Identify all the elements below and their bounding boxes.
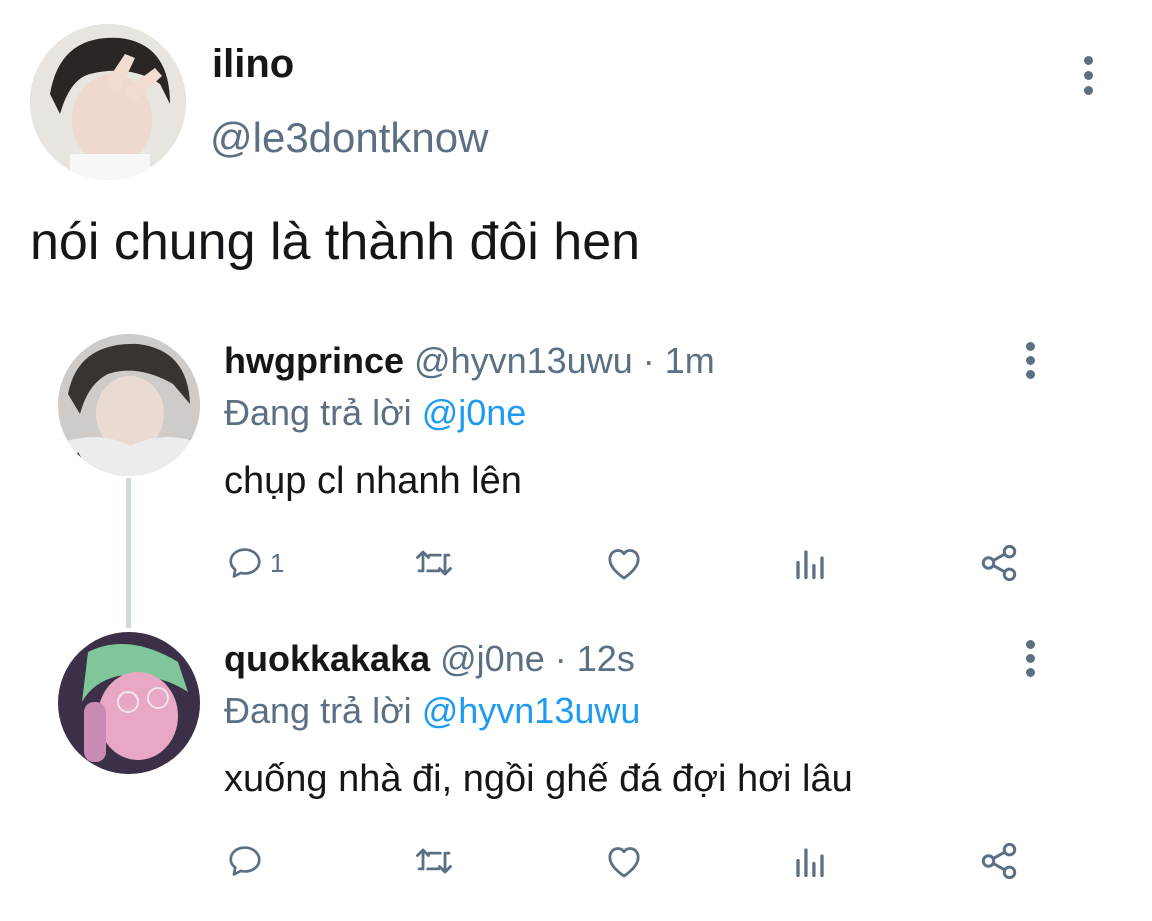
reply-text: xuống nhà đi, ngồi ghế đá đợi hơi lâu [224, 758, 853, 800]
replying-to-line: Đang trả lời @j0ne [224, 392, 526, 434]
author-avatar-image [30, 24, 186, 180]
view-stats-button[interactable] [792, 844, 828, 880]
replying-label: Đang trả lời [224, 690, 412, 731]
view-stats-button[interactable] [792, 546, 828, 582]
share-button[interactable] [978, 840, 1020, 882]
bar-chart-icon [796, 550, 824, 580]
share-button[interactable] [978, 542, 1020, 584]
like-button[interactable] [604, 842, 644, 880]
reply-avatar-image [58, 632, 200, 774]
reply-display-name[interactable]: hwgprince [224, 340, 404, 381]
author-avatar[interactable] [30, 24, 186, 180]
reply-handle[interactable]: @hyvn13uwu [414, 340, 633, 381]
retweet-button[interactable] [412, 544, 456, 582]
reply-header: hwgprince @hyvn13uwu · 1m [224, 340, 715, 382]
replying-to-mention[interactable]: @j0ne [422, 392, 527, 433]
replying-to-mention[interactable]: @hyvn13uwu [422, 690, 641, 731]
author-display-name[interactable]: ilino [212, 42, 294, 87]
more-options-button[interactable] [1074, 52, 1104, 102]
reply-icon [229, 846, 261, 876]
reply-header: quokkakaka @j0ne · 12s [224, 638, 635, 680]
reply-handle[interactable]: @j0ne [440, 638, 545, 679]
reply-avatar[interactable] [58, 334, 200, 476]
share-icon [981, 842, 1017, 880]
reply-icon [229, 548, 261, 578]
reply-count: 1 [270, 547, 285, 578]
retweet-button[interactable] [412, 842, 456, 880]
reply-avatar[interactable] [58, 632, 200, 774]
heart-icon [608, 847, 640, 878]
bar-chart-icon [796, 848, 824, 878]
thread-connector-line [126, 478, 131, 628]
replying-label: Đang trả lời [224, 392, 412, 433]
separator-dot: · [554, 638, 567, 679]
retweet-icon [416, 848, 452, 874]
reply-button[interactable]: 1 [226, 544, 284, 582]
tweet-text: nói chung là thành đôi hen [30, 213, 641, 271]
retweet-icon [416, 550, 452, 576]
reply-more-options-button[interactable] [1016, 338, 1046, 388]
author-handle[interactable]: @le3dontknow [210, 114, 488, 162]
reply-avatar-image [58, 334, 200, 476]
reply-display-name[interactable]: quokkakaka [224, 638, 430, 679]
reply-text: chụp cl nhanh lên [224, 460, 522, 502]
heart-icon [608, 549, 640, 580]
replying-to-line: Đang trả lời @hyvn13uwu [224, 690, 640, 732]
reply-time[interactable]: 12s [577, 638, 635, 679]
separator-dot: · [642, 340, 655, 381]
like-button[interactable] [604, 544, 644, 582]
share-icon [981, 544, 1017, 582]
reply-button[interactable] [226, 842, 270, 880]
reply-time[interactable]: 1m [665, 340, 715, 381]
reply-more-options-button[interactable] [1016, 636, 1046, 686]
